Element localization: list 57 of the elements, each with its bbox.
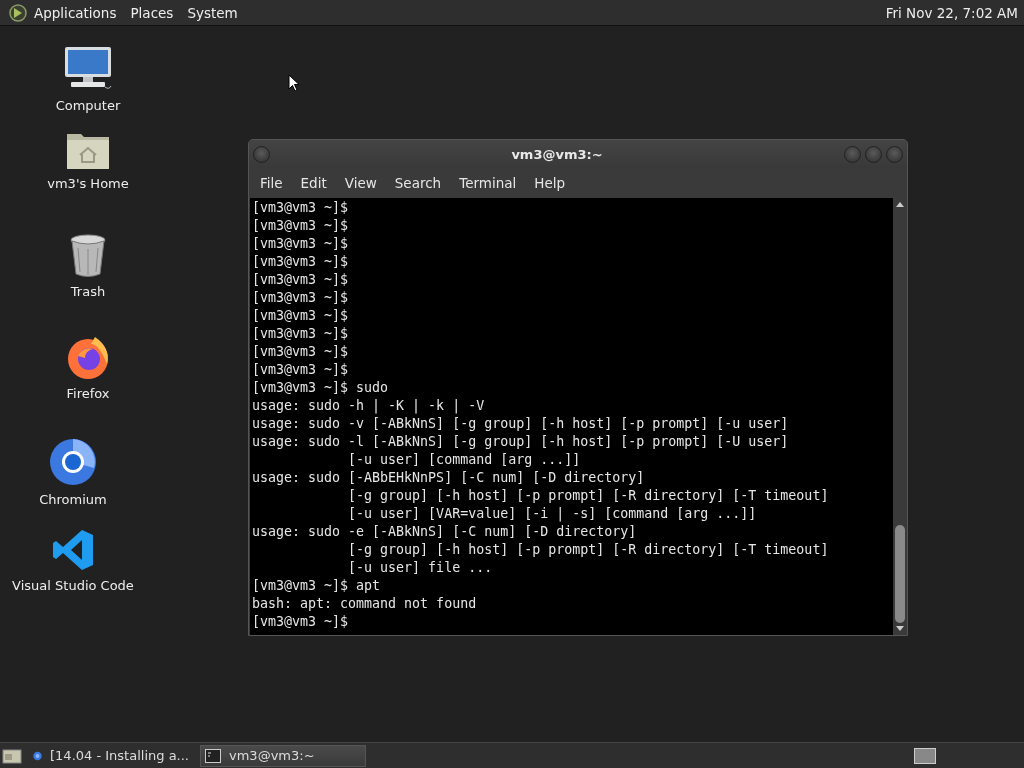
terminal-line: usage: sudo -h | -K | -k | -V xyxy=(252,397,486,415)
terminal-line: bash: apt: command not found xyxy=(252,595,478,613)
terminal-line: [vm3@vm3 ~]$ apt xyxy=(252,577,382,595)
mouse-pointer-icon xyxy=(288,74,300,92)
workspace-switcher[interactable] xyxy=(914,747,936,764)
desktop-icon-label[interactable]: vm3's Home xyxy=(47,176,129,191)
terminal-line: [vm3@vm3 ~]$ xyxy=(252,253,350,271)
terminal-line: [vm3@vm3 ~]$ xyxy=(252,361,350,379)
desktop-icon-label[interactable]: Visual Studio Code xyxy=(12,578,134,593)
scrollbar[interactable] xyxy=(893,198,907,635)
firefox-icon[interactable] xyxy=(65,334,111,380)
scroll-up-icon[interactable] xyxy=(896,201,904,207)
window-title: vm3@vm3:~ xyxy=(510,146,604,162)
clock[interactable]: Fri Nov 22, 7:02 AM xyxy=(885,4,1018,21)
menu-logo-icon[interactable] xyxy=(8,2,28,23)
menu-item[interactable]: Help xyxy=(525,175,575,191)
desktop-icon-label[interactable]: Firefox xyxy=(66,386,110,401)
show-desktop-icon[interactable] xyxy=(2,746,22,765)
terminal-line: [-g group] [-h host] [-p prompt] [-R directory] [-T timeout] xyxy=(347,541,830,559)
terminal-line: [vm3@vm3 ~]$ xyxy=(252,307,350,325)
menu-item[interactable]: File xyxy=(251,175,292,191)
taskbar-button[interactable]: [14.04 - Installing a... xyxy=(28,744,194,767)
terminal-line: [-u user] [VAR=value] [-i | -s] [command [arg ...]] xyxy=(347,505,758,523)
terminal-line: [-u user] [command [arg ...]] xyxy=(347,451,582,469)
panel-menu[interactable]: Applications xyxy=(34,4,117,21)
terminal-line: [vm3@vm3 ~]$ xyxy=(252,235,350,253)
terminal-line: usage: sudo -l [-ABkNnS] [-g group] [-h host] [-p prompt] [-U user] xyxy=(252,433,790,451)
terminal-line: [vm3@vm3 ~]$ xyxy=(252,199,350,217)
chromium-icon[interactable] xyxy=(49,438,97,486)
terminal-line: [-g group] [-h host] [-p prompt] [-R directory] [-T timeout] xyxy=(347,487,830,505)
terminal-line: [vm3@vm3 ~]$ sudo xyxy=(252,379,390,397)
desktop-icon-label[interactable]: Chromium xyxy=(39,492,107,507)
terminal-line: [vm3@vm3 ~]$ xyxy=(252,217,350,235)
menu-item[interactable]: Search xyxy=(385,175,451,191)
terminal-line: usage: sudo -v [-ABkNnS] [-g group] [-h host] [-p prompt] [-u user] xyxy=(252,415,790,433)
terminal-line: [vm3@vm3 ~]$ xyxy=(252,343,350,361)
terminal-line: usage: sudo [-ABbEHkNnPS] [-C num] [-D directory] xyxy=(252,469,646,487)
trash-icon[interactable] xyxy=(69,234,107,278)
vscode-icon[interactable] xyxy=(51,528,95,572)
terminal-line: [-u user] file ... xyxy=(347,559,494,577)
terminal-line: usage: sudo -e [-ABkNnS] [-C num] [-D directory] xyxy=(252,523,638,541)
terminal-line: [vm3@vm3 ~]$ xyxy=(252,289,350,307)
scroll-down-icon[interactable] xyxy=(896,626,904,632)
terminal-line: [vm3@vm3 ~]$ xyxy=(252,271,350,289)
computer-icon[interactable] xyxy=(63,46,113,92)
taskbar-button[interactable]: vm3@vm3:~ xyxy=(200,744,366,767)
menu-item[interactable]: Edit xyxy=(291,175,336,191)
scroll-thumb[interactable] xyxy=(895,525,905,623)
terminal-line: [vm3@vm3 ~]$ xyxy=(252,613,350,631)
panel-menu[interactable]: System xyxy=(187,4,238,21)
desktop-icon-label[interactable]: Computer xyxy=(55,98,121,113)
menu-item[interactable]: Terminal xyxy=(450,175,526,191)
desktop-icon-label[interactable]: Trash xyxy=(70,284,106,299)
terminal-icon xyxy=(205,748,221,763)
terminal-line: [vm3@vm3 ~]$ xyxy=(252,325,350,343)
menu-item[interactable]: View xyxy=(335,175,386,191)
panel-menu[interactable]: Places xyxy=(130,4,174,21)
